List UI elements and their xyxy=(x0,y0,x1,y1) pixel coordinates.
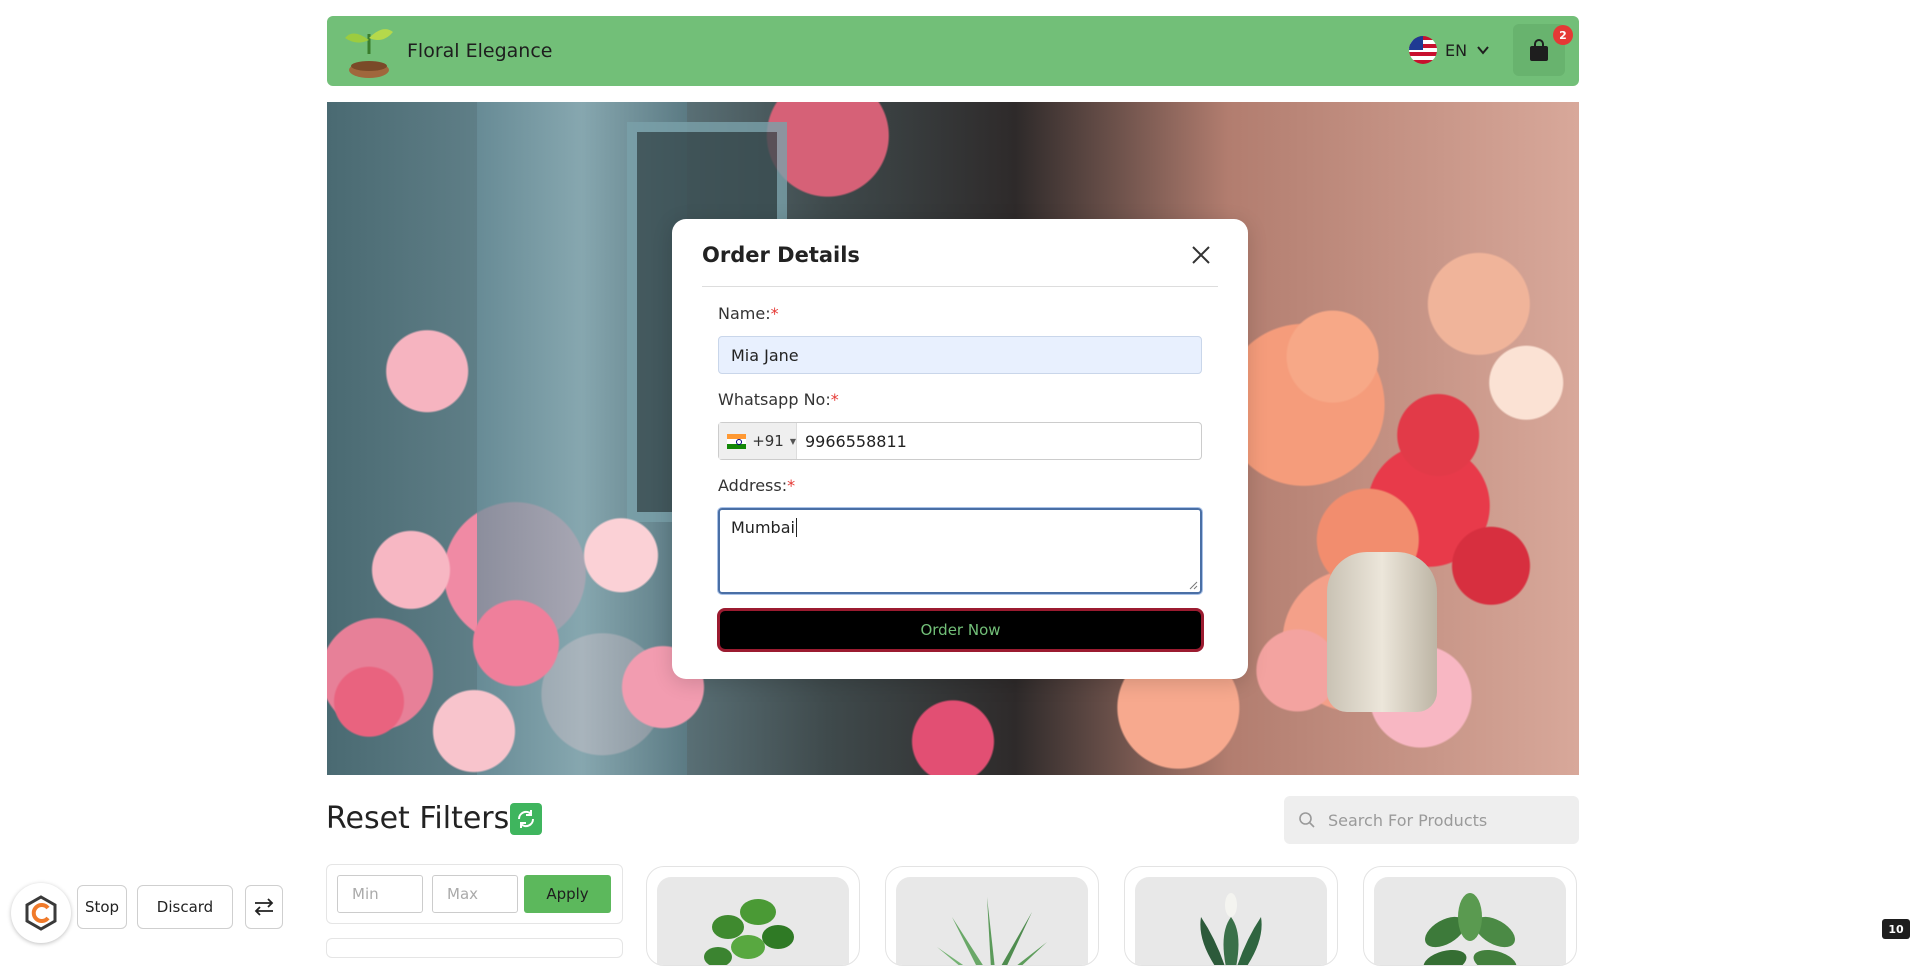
caret-down-icon: ▼ xyxy=(789,436,796,446)
apply-button[interactable]: Apply xyxy=(524,875,611,913)
right-gutter xyxy=(1601,0,1920,953)
whatsapp-label: Whatsapp No:* xyxy=(718,390,839,409)
max-price-input[interactable]: Max xyxy=(432,875,518,913)
seedling-logo-icon[interactable] xyxy=(343,24,395,80)
modal-divider xyxy=(702,286,1218,287)
recorder-logo-button[interactable] xyxy=(11,883,71,943)
language-label: EN xyxy=(1445,40,1468,60)
refresh-filters-button[interactable] xyxy=(510,803,542,835)
cart-count-badge: 2 xyxy=(1553,25,1573,45)
language-selector[interactable]: EN xyxy=(1409,36,1491,64)
address-textarea[interactable]: Mumbai xyxy=(718,508,1202,594)
swap-button[interactable] xyxy=(245,885,283,929)
country-code-select[interactable]: +91 ▼ xyxy=(719,423,797,459)
page-counter: 10 xyxy=(1882,919,1910,939)
discard-button[interactable]: Discard xyxy=(137,885,233,929)
pothos-plant-icon xyxy=(704,899,794,965)
product-card[interactable] xyxy=(885,866,1099,966)
address-value: Mumbai xyxy=(731,518,795,537)
peace-lily-plant-icon xyxy=(1200,893,1262,965)
hero-vase xyxy=(1327,552,1437,712)
country-code: +91 xyxy=(752,432,784,450)
order-details-modal: Order Details Name:* Mia Jane Whatsapp N… xyxy=(672,219,1248,679)
resize-handle-icon[interactable] xyxy=(1188,580,1198,590)
product-card[interactable] xyxy=(646,866,860,966)
reset-filters-title: Reset Filters xyxy=(326,801,510,836)
search-icon xyxy=(1299,812,1315,828)
address-label: Address:* xyxy=(718,476,796,495)
close-icon[interactable] xyxy=(1189,243,1213,267)
product-card[interactable] xyxy=(1363,866,1577,966)
search-placeholder: Search For Products xyxy=(1328,810,1488,830)
brand-name[interactable]: Floral Elegance xyxy=(407,40,552,62)
stop-button[interactable]: Stop xyxy=(77,885,127,929)
category-filter xyxy=(326,938,623,958)
search-input[interactable]: Search For Products xyxy=(1284,796,1579,844)
refresh-icon xyxy=(517,810,535,828)
min-price-input[interactable]: Min xyxy=(337,875,423,913)
order-now-button[interactable]: Order Now xyxy=(717,608,1204,652)
swap-arrows-icon xyxy=(254,898,274,916)
chevron-down-icon xyxy=(1477,46,1489,55)
modal-title: Order Details xyxy=(702,243,860,267)
india-flag-icon xyxy=(727,433,747,449)
aloe-plant-icon xyxy=(937,897,1047,965)
us-flag-icon xyxy=(1409,36,1437,64)
name-field[interactable]: Mia Jane xyxy=(718,336,1202,374)
price-filter: Min Max Apply xyxy=(326,864,623,924)
calathea-plant-icon xyxy=(1423,893,1517,965)
recorder-logo-icon xyxy=(25,895,57,931)
site-header: Floral Elegance EN 2 xyxy=(327,16,1579,86)
whatsapp-field[interactable]: +91 ▼ 9966558811 xyxy=(718,422,1202,460)
left-gutter xyxy=(0,0,303,953)
shopping-bag-icon xyxy=(1530,39,1548,61)
phone-number: 9966558811 xyxy=(805,431,907,451)
product-card[interactable] xyxy=(1124,866,1338,966)
name-label: Name:* xyxy=(718,304,779,323)
